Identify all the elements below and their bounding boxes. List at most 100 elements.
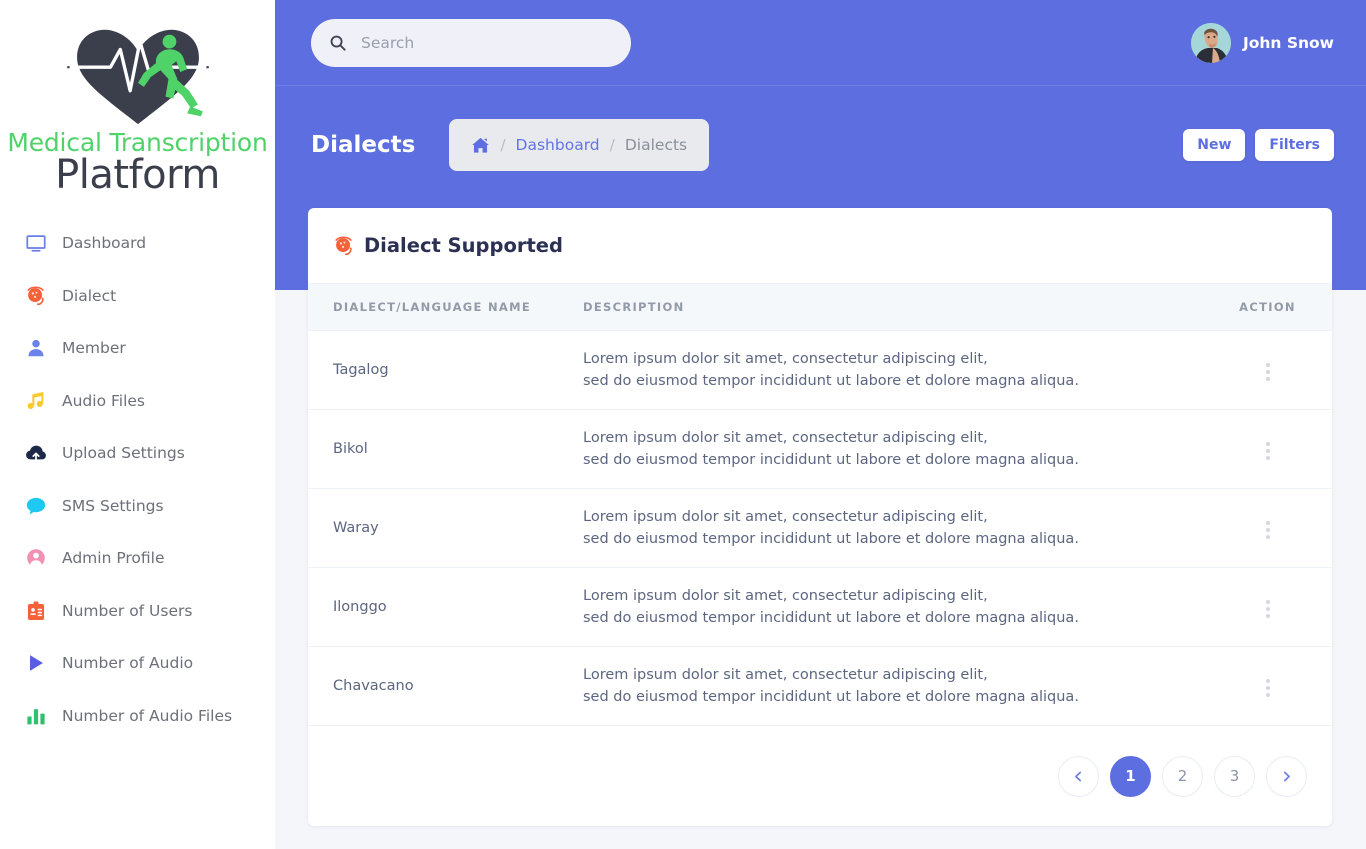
table-head: DIALECT/LANGUAGE NAME DESCRIPTION ACTION	[308, 284, 1332, 331]
column-header-description: DESCRIPTION	[583, 284, 1203, 331]
sidebar-item-dashboard[interactable]: Dashboard	[0, 217, 275, 270]
sidebar-item-label: SMS Settings	[62, 496, 164, 515]
kebab-menu-icon[interactable]	[1258, 596, 1278, 622]
sidebar-item-number-of-users[interactable]: Number of Users	[0, 585, 275, 638]
sidebar-item-member[interactable]: Member	[0, 322, 275, 375]
breadcrumb: / Dashboard / Dialects	[449, 119, 710, 171]
dialect-icon	[333, 235, 355, 257]
kebab-menu-icon[interactable]	[1258, 675, 1278, 701]
avatar	[1190, 22, 1231, 63]
sidebar: Medical Transcription Platform Dashboard	[0, 0, 275, 849]
kebab-menu-icon[interactable]	[1258, 438, 1278, 464]
cell-dialect-name: Ilonggo	[308, 567, 583, 647]
dialect-table: DIALECT/LANGUAGE NAME DESCRIPTION ACTION…	[308, 284, 1332, 726]
user-name: John Snow	[1242, 33, 1334, 52]
heart-ekg-runner-logo-icon	[66, 29, 209, 125]
new-button[interactable]: New	[1183, 129, 1246, 161]
cell-action	[1203, 488, 1332, 568]
sidebar-item-number-of-audio-files[interactable]: Number of Audio Files	[0, 690, 275, 743]
cell-description: Lorem ipsum dolor sit amet, consectetur …	[583, 330, 1203, 410]
pagination-prev[interactable]	[1058, 755, 1099, 797]
sidebar-item-label: Number of Users	[62, 601, 193, 620]
brand-line-2: Platform	[55, 152, 220, 198]
sidebar-item-label: Audio Files	[62, 391, 145, 410]
kebab-menu-icon[interactable]	[1258, 517, 1278, 543]
cell-description: Lorem ipsum dolor sit amet, consectetur …	[583, 488, 1203, 568]
page-title: Dialects	[311, 132, 416, 158]
user-menu[interactable]: John Snow	[1190, 0, 1334, 85]
pagination-page-3[interactable]: 3	[1214, 755, 1255, 797]
sidebar-item-audio-files[interactable]: Audio Files	[0, 375, 275, 428]
music-note-icon	[24, 389, 48, 413]
dialect-card: Dialect Supported DIALECT/LANGUAGE NAME …	[308, 208, 1332, 826]
table-row[interactable]: Waray Lorem ipsum dolor sit amet, consec…	[308, 488, 1332, 568]
cell-dialect-name: Waray	[308, 488, 583, 568]
table-row[interactable]: Ilonggo Lorem ipsum dolor sit amet, cons…	[308, 567, 1332, 647]
sidebar-item-label: Upload Settings	[62, 444, 185, 463]
table-row[interactable]: Chavacano Lorem ipsum dolor sit amet, co…	[308, 646, 1332, 726]
cell-dialect-name: Chavacano	[308, 646, 583, 726]
description-line-2: sed do eiusmod tempor incididunt ut labo…	[583, 452, 1079, 468]
person-icon	[24, 336, 48, 360]
kebab-menu-icon[interactable]	[1258, 359, 1278, 385]
user-circle-icon	[24, 546, 48, 570]
filters-button[interactable]: Filters	[1255, 129, 1334, 161]
play-triangle-icon	[24, 651, 48, 675]
pagination: 1 2 3	[308, 726, 1332, 826]
search-icon	[329, 34, 347, 52]
cell-action	[1203, 409, 1332, 489]
bar-chart-icon	[24, 704, 48, 728]
card-title: Dialect Supported	[364, 234, 563, 257]
column-header-name: DIALECT/LANGUAGE NAME	[308, 284, 583, 331]
breadcrumb-current: Dialects	[624, 136, 688, 154]
pagination-next[interactable]	[1266, 755, 1307, 797]
cell-action	[1203, 330, 1332, 410]
table-header-row: DIALECT/LANGUAGE NAME DESCRIPTION ACTION	[308, 284, 1332, 331]
description-line-1: Lorem ipsum dolor sit amet, consectetur …	[583, 429, 988, 446]
description-line-1: Lorem ipsum dolor sit amet, consectetur …	[583, 666, 988, 683]
table-body: Tagalog Lorem ipsum dolor sit amet, cons…	[308, 330, 1332, 726]
description-line-2: sed do eiusmod tempor incididunt ut labo…	[583, 373, 1079, 389]
main-content: John Snow Dialects / Dashboard / Dialect…	[275, 0, 1366, 849]
pagination-page-1[interactable]: 1	[1110, 755, 1151, 797]
chevron-right-icon	[1283, 771, 1290, 781]
sidebar-item-dialect[interactable]: Dialect	[0, 270, 275, 323]
search-input[interactable]	[361, 33, 613, 52]
sidebar-item-label: Member	[62, 339, 126, 358]
sidebar-item-sms-settings[interactable]: SMS Settings	[0, 480, 275, 533]
home-icon[interactable]	[471, 136, 490, 155]
cell-description: Lorem ipsum dolor sit amet, consectetur …	[583, 567, 1203, 647]
description-line-1: Lorem ipsum dolor sit amet, consectetur …	[583, 508, 988, 525]
description-line-2: sed do eiusmod tempor incididunt ut labo…	[583, 610, 1079, 626]
sidebar-item-admin-profile[interactable]: Admin Profile	[0, 532, 275, 585]
table-row[interactable]: Tagalog Lorem ipsum dolor sit amet, cons…	[308, 330, 1332, 410]
search-box[interactable]	[311, 18, 631, 67]
description-line-2: sed do eiusmod tempor incididunt ut labo…	[583, 531, 1079, 547]
sidebar-item-label: Admin Profile	[62, 549, 165, 568]
chat-bubble-icon	[24, 494, 48, 518]
cloud-upload-icon	[24, 441, 48, 465]
brand-logo[interactable]: Medical Transcription Platform	[0, 10, 275, 195]
sidebar-item-label: Number of Audio	[62, 654, 194, 673]
table-row[interactable]: Bikol Lorem ipsum dolor sit amet, consec…	[308, 409, 1332, 489]
id-badge-icon	[24, 599, 48, 623]
sidebar-item-number-of-audio[interactable]: Number of Audio	[0, 637, 275, 690]
description-line-2: sed do eiusmod tempor incididunt ut labo…	[583, 689, 1079, 705]
cell-dialect-name: Tagalog	[308, 330, 583, 410]
cell-dialect-name: Bikol	[308, 409, 583, 489]
breadcrumb-link-dashboard[interactable]: Dashboard	[516, 136, 600, 154]
chevron-left-icon	[1075, 771, 1082, 781]
description-line-1: Lorem ipsum dolor sit amet, consectetur …	[583, 350, 988, 367]
dialect-icon	[24, 284, 48, 308]
sidebar-nav: Dashboard Dialect Member Audio Files Upl…	[0, 217, 275, 742]
cell-action	[1203, 567, 1332, 647]
description-line-1: Lorem ipsum dolor sit amet, consectetur …	[583, 587, 988, 604]
header-actions: New Filters	[1183, 85, 1334, 205]
cell-action	[1203, 646, 1332, 726]
column-header-action: ACTION	[1203, 284, 1332, 331]
cell-description: Lorem ipsum dolor sit amet, consectetur …	[583, 409, 1203, 489]
breadcrumb-separator: /	[609, 136, 615, 154]
sidebar-item-upload-settings[interactable]: Upload Settings	[0, 427, 275, 480]
sidebar-item-label: Dialect	[62, 286, 117, 305]
pagination-page-2[interactable]: 2	[1162, 755, 1203, 797]
